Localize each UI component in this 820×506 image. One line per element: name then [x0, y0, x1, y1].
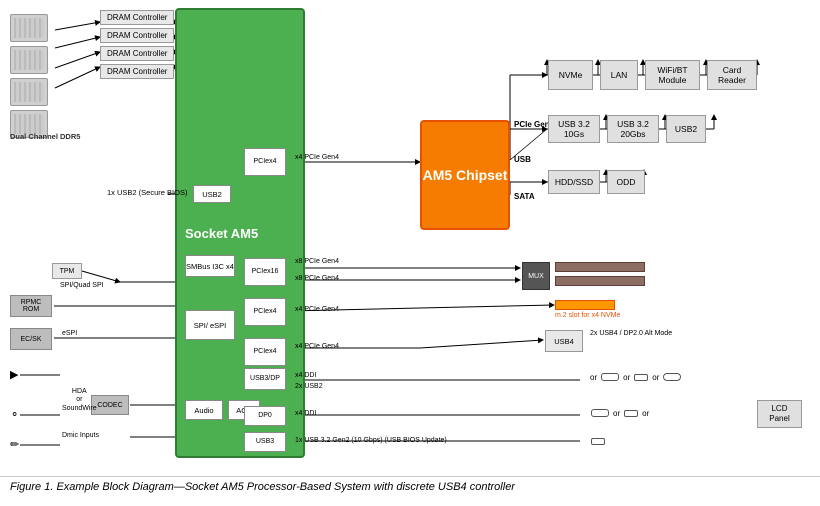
usb2-right-box: USB2	[666, 115, 706, 143]
x4-ddi-2-label: x4 DDI	[295, 410, 316, 417]
smbus-box: SMBus I3C x4	[185, 255, 235, 277]
ec-sk-box: EC/SK	[10, 328, 52, 350]
pcie-x4b-box: PCIex4	[244, 298, 286, 326]
pen-icon: ✏	[10, 438, 19, 451]
audio-box: Audio	[185, 400, 223, 420]
pcie-gen4-x4-label: x4 PCIe Gen4	[295, 154, 339, 161]
socket-usb2-box: USB2	[193, 185, 231, 203]
m2-nvme-label: m.2 slot for x4 NVMe	[555, 312, 620, 319]
dmic-label: Dmic Inputs	[62, 432, 99, 439]
espi-label: eSPI	[62, 330, 77, 337]
memory-sticks	[10, 14, 48, 138]
lcd-panel-box: LCDPanel	[757, 400, 802, 428]
hda-label: HDAorSoundWire	[62, 388, 97, 413]
usb3-dp-connectors: or or or	[590, 372, 682, 382]
dp0-box: DP0	[244, 406, 286, 426]
usb4-dp-label: 2x USB4 / DP2.0 Alt Mode	[590, 330, 672, 337]
x8-pcie-gen4-1-label: x8 PCIe Gen4	[295, 258, 339, 265]
usb4-box: USB4	[545, 330, 583, 352]
pcie-x4-top-box: PCIex4	[244, 148, 286, 176]
m2-bar-1	[555, 262, 645, 272]
dram-ctrl-3: DRAM Controller	[100, 46, 174, 61]
memory-stick-2	[10, 46, 48, 74]
x4-pcie-gen4-m2-label: x4 PCIe Gen4	[295, 306, 339, 313]
m2-nvme-bar	[555, 300, 615, 310]
x8-pcie-gen4-2-label: x8 PCIe Gen4	[295, 275, 339, 282]
lan-box: LAN	[600, 60, 638, 90]
usb2-secure-label: 1x USB2 (Secure BIOS)	[107, 188, 187, 197]
dram-ctrl-4: DRAM Controller	[100, 64, 174, 79]
wifi-bt-box: WiFi/BT Module	[645, 60, 700, 90]
x4-ddi-1-label: x4 DDI	[295, 372, 316, 379]
memory-stick-1	[10, 14, 48, 42]
dram-controllers: DRAM Controller DRAM Controller DRAM Con…	[100, 10, 174, 79]
usb-bios-label: 1x USB 3.2 Gen2 (10 Gbps) (USB BIOS Upda…	[295, 437, 447, 444]
usb-side-label: USB	[514, 155, 531, 164]
socket-am5-label: Socket AM5	[185, 225, 245, 243]
diagram-container: Dual Channel DDR5 DRAM Controller DRAM C…	[0, 0, 820, 476]
usb32-20-box: USB 3.2 20Gbs	[607, 115, 659, 143]
mux-box: MUX	[522, 262, 550, 290]
cursor-icon: ▶	[10, 368, 18, 381]
ddr5-label: Dual Channel DDR5	[10, 132, 80, 141]
nvme-box: NVMe	[548, 60, 593, 90]
am5-chipset-block: AM5 Chipset	[420, 120, 510, 230]
hdd-ssd-box: HDD/SSD	[548, 170, 600, 194]
spi-espi-box: SPI/ eSPI	[185, 310, 235, 340]
usb32-10-box: USB 3.2 10Gs	[548, 115, 600, 143]
x4-pcie-gen4-usb4-label: x4 PCIe Gen4	[295, 343, 339, 350]
2x-usb2-label: 2x USB2	[295, 383, 323, 390]
dram-ctrl-1: DRAM Controller	[100, 10, 174, 25]
sata-side-label: SATA	[514, 192, 535, 201]
m2-bar-2	[555, 276, 645, 286]
memory-stick-3	[10, 78, 48, 106]
rpmc-rom-box: RPMCROM	[10, 295, 52, 317]
dram-ctrl-2: DRAM Controller	[100, 28, 174, 43]
odd-box: ODD	[607, 170, 645, 194]
pcie-x4c-box: PCIex4	[244, 338, 286, 366]
card-reader-box: Card Reader	[707, 60, 757, 90]
figure-caption: Figure 1. Example Block Diagram—Socket A…	[0, 476, 820, 499]
spi-quad-label: SPI/Quad SPI	[60, 282, 104, 289]
circle-icon: ⚬	[10, 408, 19, 421]
dp0-connectors: or or	[590, 408, 649, 418]
usb3dp-box: USB3/DP	[244, 368, 286, 390]
pcie-x16-box: PCIex16	[244, 258, 286, 286]
usb-bios-connector	[590, 437, 606, 449]
tpm-box: TPM	[52, 263, 82, 279]
usb3-box: USB3	[244, 432, 286, 452]
